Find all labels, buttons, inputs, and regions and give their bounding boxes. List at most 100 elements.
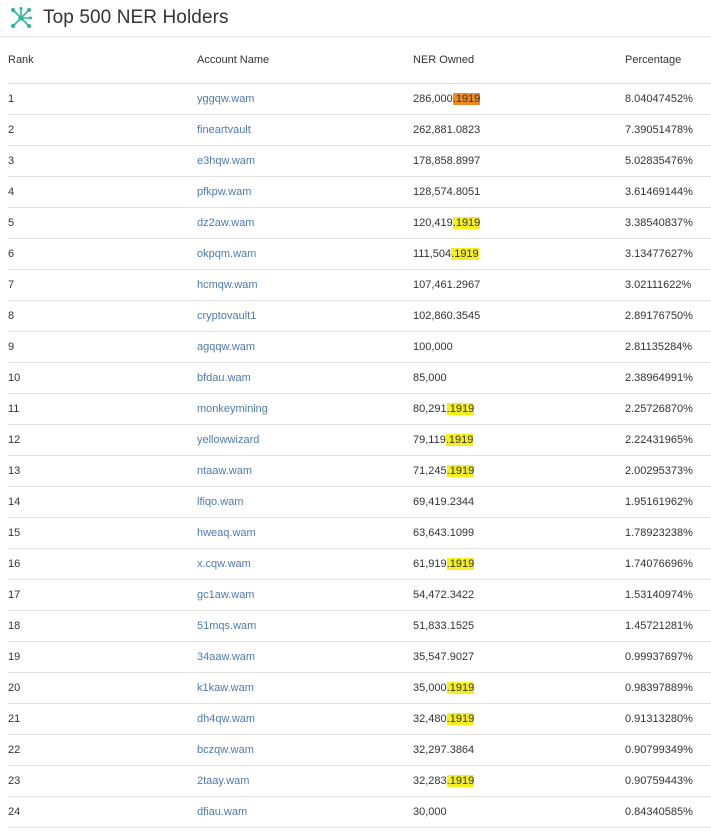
percentage-cell: 0.99937697% <box>625 641 711 673</box>
percentage-cell: 7.39051478% <box>625 114 711 146</box>
ner-owned-cell: 262,881.0823 <box>413 114 625 146</box>
percentage-cell: 0.91313280% <box>625 703 711 735</box>
account-link[interactable]: pfkpw.wam <box>197 186 251 198</box>
percentage-cell: 3.13477627% <box>625 238 711 270</box>
ner-owned-cell: 120,419.1919 <box>413 207 625 239</box>
header-rank[interactable]: Rank <box>8 37 197 84</box>
rank-cell: 10 <box>8 362 197 394</box>
account-link[interactable]: dz2aw.wam <box>197 217 254 229</box>
account-cell: e3hqw.wam <box>197 145 413 177</box>
account-cell: pfkpw.wam <box>197 176 413 208</box>
account-link[interactable]: bczqw.wam <box>197 744 254 756</box>
account-link[interactable]: agqqw.wam <box>197 341 255 353</box>
search-highlight-current: .1919 <box>452 93 481 105</box>
rank-cell: 17 <box>8 579 197 611</box>
ner-owned-cell: 30,000 <box>413 796 625 828</box>
rank-cell: 16 <box>8 548 197 580</box>
account-link[interactable]: okpqm.wam <box>197 248 256 260</box>
header-ner-owned[interactable]: NER Owned <box>413 37 625 84</box>
account-cell: dfiau.wam <box>197 796 413 828</box>
account-link[interactable]: hweaq.wam <box>197 527 256 539</box>
account-link[interactable]: cryptovault1 <box>197 310 256 322</box>
table-row: 18 51mqs.wam 51,833.1525 1.45721281% <box>8 610 711 642</box>
account-cell: gc1aw.wam <box>197 579 413 611</box>
ner-owned-cell: 79,119.1919 <box>413 424 625 456</box>
ner-owned-cell: 102,860.3545 <box>413 300 625 332</box>
percentage-cell: 0.90759443% <box>625 765 711 797</box>
search-highlight: .1919 <box>452 217 481 229</box>
percentage-cell: 2.25726870% <box>625 393 711 425</box>
table-row: 2 fineartvault 262,881.0823 7.39051478% <box>8 114 711 146</box>
account-link[interactable]: dfiau.wam <box>197 806 247 818</box>
ner-owned-integer: 111,504 <box>413 248 452 260</box>
rank-cell: 21 <box>8 703 197 735</box>
page-title: Top 500 NER Holders <box>43 7 229 28</box>
rank-cell: 4 <box>8 176 197 208</box>
rank-cell: 12 <box>8 424 197 456</box>
search-highlight: .1919 <box>446 775 475 787</box>
table-row: 19 34aaw.wam 35,547.9027 0.99937697% <box>8 641 711 673</box>
ner-owned-cell: 128,574.8051 <box>413 176 625 208</box>
table-row: 5 dz2aw.wam 120,419.1919 3.38540837% <box>8 207 711 239</box>
percentage-cell: 1.74076696% <box>625 548 711 580</box>
ner-owned-integer: 32,480 <box>413 713 447 725</box>
account-cell: x.cqw.wam <box>197 548 413 580</box>
ner-owned-cell: 71,245.1919 <box>413 455 625 487</box>
account-link[interactable]: ntaaw.wam <box>197 465 252 477</box>
account-link[interactable]: dh4qw.wam <box>197 713 255 725</box>
rank-cell: 8 <box>8 300 197 332</box>
ner-owned-integer: 35,000 <box>413 682 447 694</box>
rank-cell: 19 <box>8 641 197 673</box>
rank-cell: 20 <box>8 672 197 704</box>
ner-owned-integer: 71,245 <box>413 465 447 477</box>
account-link[interactable]: fineartvault <box>197 124 251 136</box>
account-link[interactable]: 2taay.wam <box>197 775 249 787</box>
ner-owned-integer: 120,419 <box>413 217 453 229</box>
account-link[interactable]: gc1aw.wam <box>197 589 254 601</box>
account-cell: okpqm.wam <box>197 238 413 270</box>
percentage-cell: 3.02111622% <box>625 269 711 301</box>
account-link[interactable]: k1kaw.wam <box>197 682 254 694</box>
rank-cell: 23 <box>8 765 197 797</box>
account-cell: monkeymining <box>197 393 413 425</box>
account-link[interactable]: bfdau.wam <box>197 372 251 384</box>
ner-owned-integer: 286,000 <box>413 93 453 105</box>
search-highlight: .1919 <box>446 682 475 694</box>
account-cell: 34aaw.wam <box>197 641 413 673</box>
account-link[interactable]: x.cqw.wam <box>197 558 251 570</box>
ner-owned-cell: 178,858.8997 <box>413 145 625 177</box>
rank-cell: 5 <box>8 207 197 239</box>
account-link[interactable]: yellowwizard <box>197 434 259 446</box>
table-row: 17 gc1aw.wam 54,472.3422 1.53140974% <box>8 579 711 611</box>
percentage-cell: 3.61469144% <box>625 176 711 208</box>
account-cell: bfdau.wam <box>197 362 413 394</box>
account-link[interactable]: hcmqw.wam <box>197 279 258 291</box>
rank-cell: 14 <box>8 486 197 518</box>
ner-owned-integer: 61,919 <box>413 558 447 570</box>
rank-cell: 3 <box>8 145 197 177</box>
table-row: 12 yellowwizard 79,119.1919 2.22431965% <box>8 424 711 456</box>
rank-cell: 13 <box>8 455 197 487</box>
table-row: 8 cryptovault1 102,860.3545 2.89176750% <box>8 300 711 332</box>
percentage-cell: 1.78923238% <box>625 517 711 549</box>
rank-cell: 18 <box>8 610 197 642</box>
search-highlight: .1919 <box>446 465 475 477</box>
account-link[interactable]: monkeymining <box>197 403 268 415</box>
account-link[interactable]: lfiqo.wam <box>197 496 243 508</box>
percentage-cell: 2.22431965% <box>625 424 711 456</box>
rank-cell: 22 <box>8 734 197 766</box>
percentage-cell: 1.45721281% <box>625 610 711 642</box>
search-highlight: .1919 <box>446 558 475 570</box>
rank-cell: 7 <box>8 269 197 301</box>
header-percentage[interactable]: Percentage <box>625 37 711 84</box>
table-row: 3 e3hqw.wam 178,858.8997 5.02835476% <box>8 145 711 177</box>
account-cell: dz2aw.wam <box>197 207 413 239</box>
account-link[interactable]: 51mqs.wam <box>197 620 256 632</box>
ner-owned-integer: 79,119 <box>413 434 446 446</box>
ner-owned-integer: 32,283 <box>413 775 447 787</box>
account-link[interactable]: e3hqw.wam <box>197 155 255 167</box>
account-cell: lfiqo.wam <box>197 486 413 518</box>
account-link[interactable]: yggqw.wam <box>197 93 254 105</box>
header-account-name[interactable]: Account Name <box>197 37 413 84</box>
account-link[interactable]: 34aaw.wam <box>197 651 255 663</box>
